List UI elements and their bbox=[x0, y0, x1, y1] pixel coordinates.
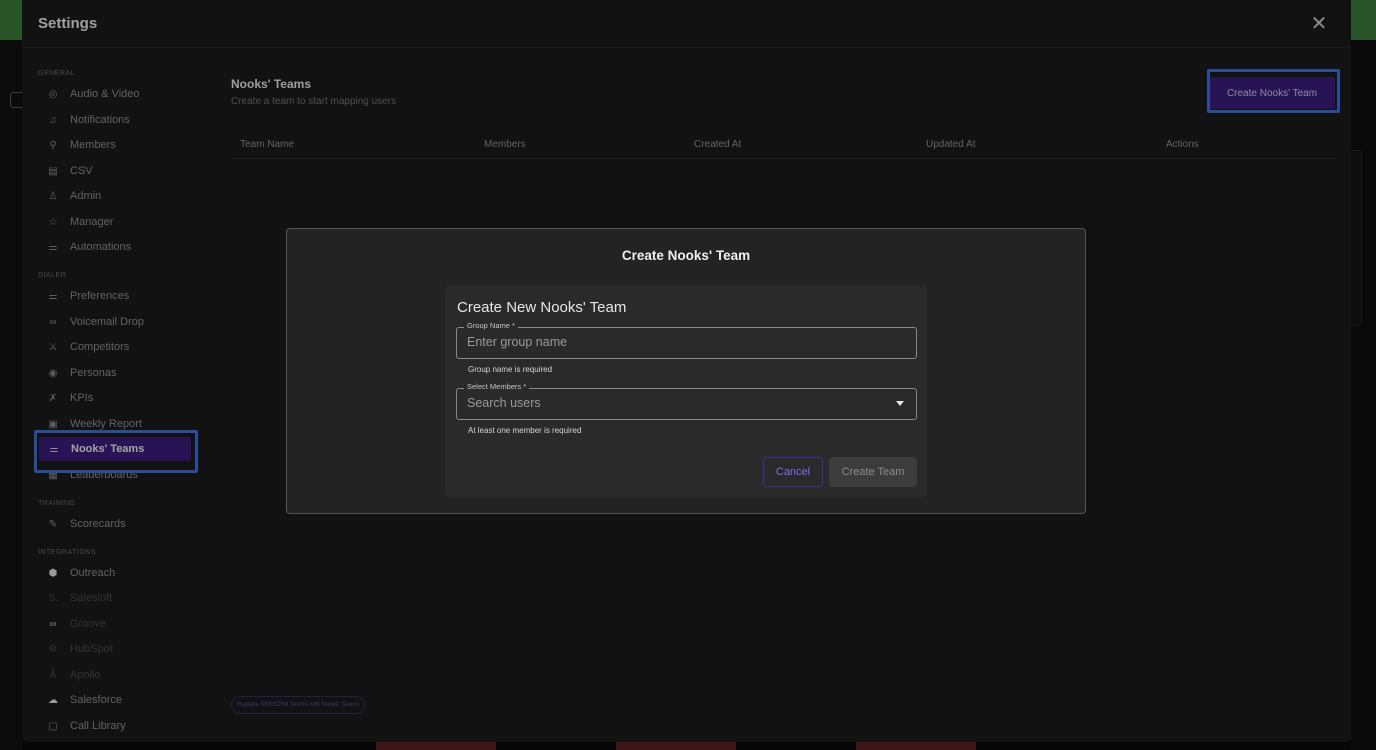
group-name-field[interactable]: Group Name * bbox=[456, 321, 917, 359]
form-title: Create New Nooks' Team bbox=[457, 299, 627, 316]
create-team-dialog: Create Nooks' Team Create New Nooks' Tea… bbox=[286, 228, 1086, 514]
chevron-down-icon[interactable] bbox=[896, 401, 904, 406]
dialog-title: Create Nooks' Team bbox=[621, 248, 751, 263]
group-name-label: Group Name * bbox=[464, 321, 518, 330]
select-members-helper: At least one member is required bbox=[468, 426, 582, 435]
select-members-field[interactable]: Select Members * bbox=[456, 382, 917, 420]
search-users-input[interactable] bbox=[467, 396, 887, 410]
group-name-input[interactable] bbox=[467, 335, 887, 349]
select-members-label: Select Members * bbox=[464, 382, 530, 391]
create-team-form: Create New Nooks' Team Group Name * Grou… bbox=[445, 285, 927, 497]
create-team-button[interactable]: Create Team bbox=[829, 457, 917, 487]
cancel-button[interactable]: Cancel bbox=[763, 457, 823, 487]
group-name-helper: Group name is required bbox=[468, 365, 553, 374]
